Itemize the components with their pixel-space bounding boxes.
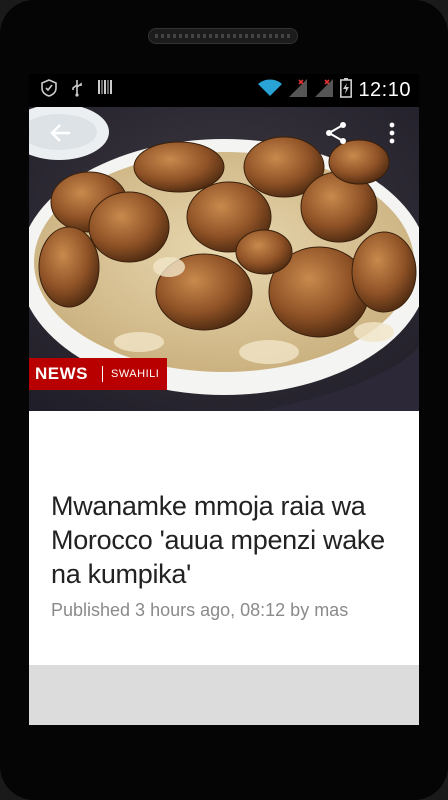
article-byline: Published 3 hours ago, 08:12 by mas [51, 600, 349, 620]
badge-brand: NEWS [35, 364, 88, 383]
status-bar: 12:10 [29, 74, 419, 107]
barcode-icon [97, 79, 113, 102]
usb-icon [71, 79, 83, 102]
battery-charging-icon [340, 78, 353, 103]
badge-section: SWAHILI [111, 368, 160, 380]
phone-frame: 12:10 NEWS SWAHILI Mwanamke mmoja raia w… [0, 0, 448, 800]
signal-off-icon [288, 78, 308, 103]
article-headline[interactable]: Mwanamke mmoja raia wa Morocco 'auua mpe… [51, 489, 403, 591]
signal-off-icon [314, 78, 334, 103]
shield-notification-icon [41, 79, 57, 102]
badge-divider [102, 366, 103, 382]
wifi-icon [258, 79, 283, 102]
share-button[interactable] [318, 117, 354, 153]
news-swahili-badge: NEWS SWAHILI [29, 358, 168, 390]
back-button[interactable] [43, 117, 79, 153]
arrow-back-icon [50, 122, 72, 149]
screen: 12:10 NEWS SWAHILI Mwanamke mmoja raia w… [29, 74, 419, 725]
more-vert-icon [389, 122, 395, 149]
article-card[interactable]: Mwanamke mmoja raia wa Morocco 'auua mpe… [29, 411, 419, 665]
status-clock: 12:10 [358, 79, 411, 101]
share-icon [324, 121, 348, 150]
more-options-button[interactable] [374, 117, 410, 153]
earpiece-speaker [148, 28, 298, 44]
footer-area [29, 665, 419, 725]
